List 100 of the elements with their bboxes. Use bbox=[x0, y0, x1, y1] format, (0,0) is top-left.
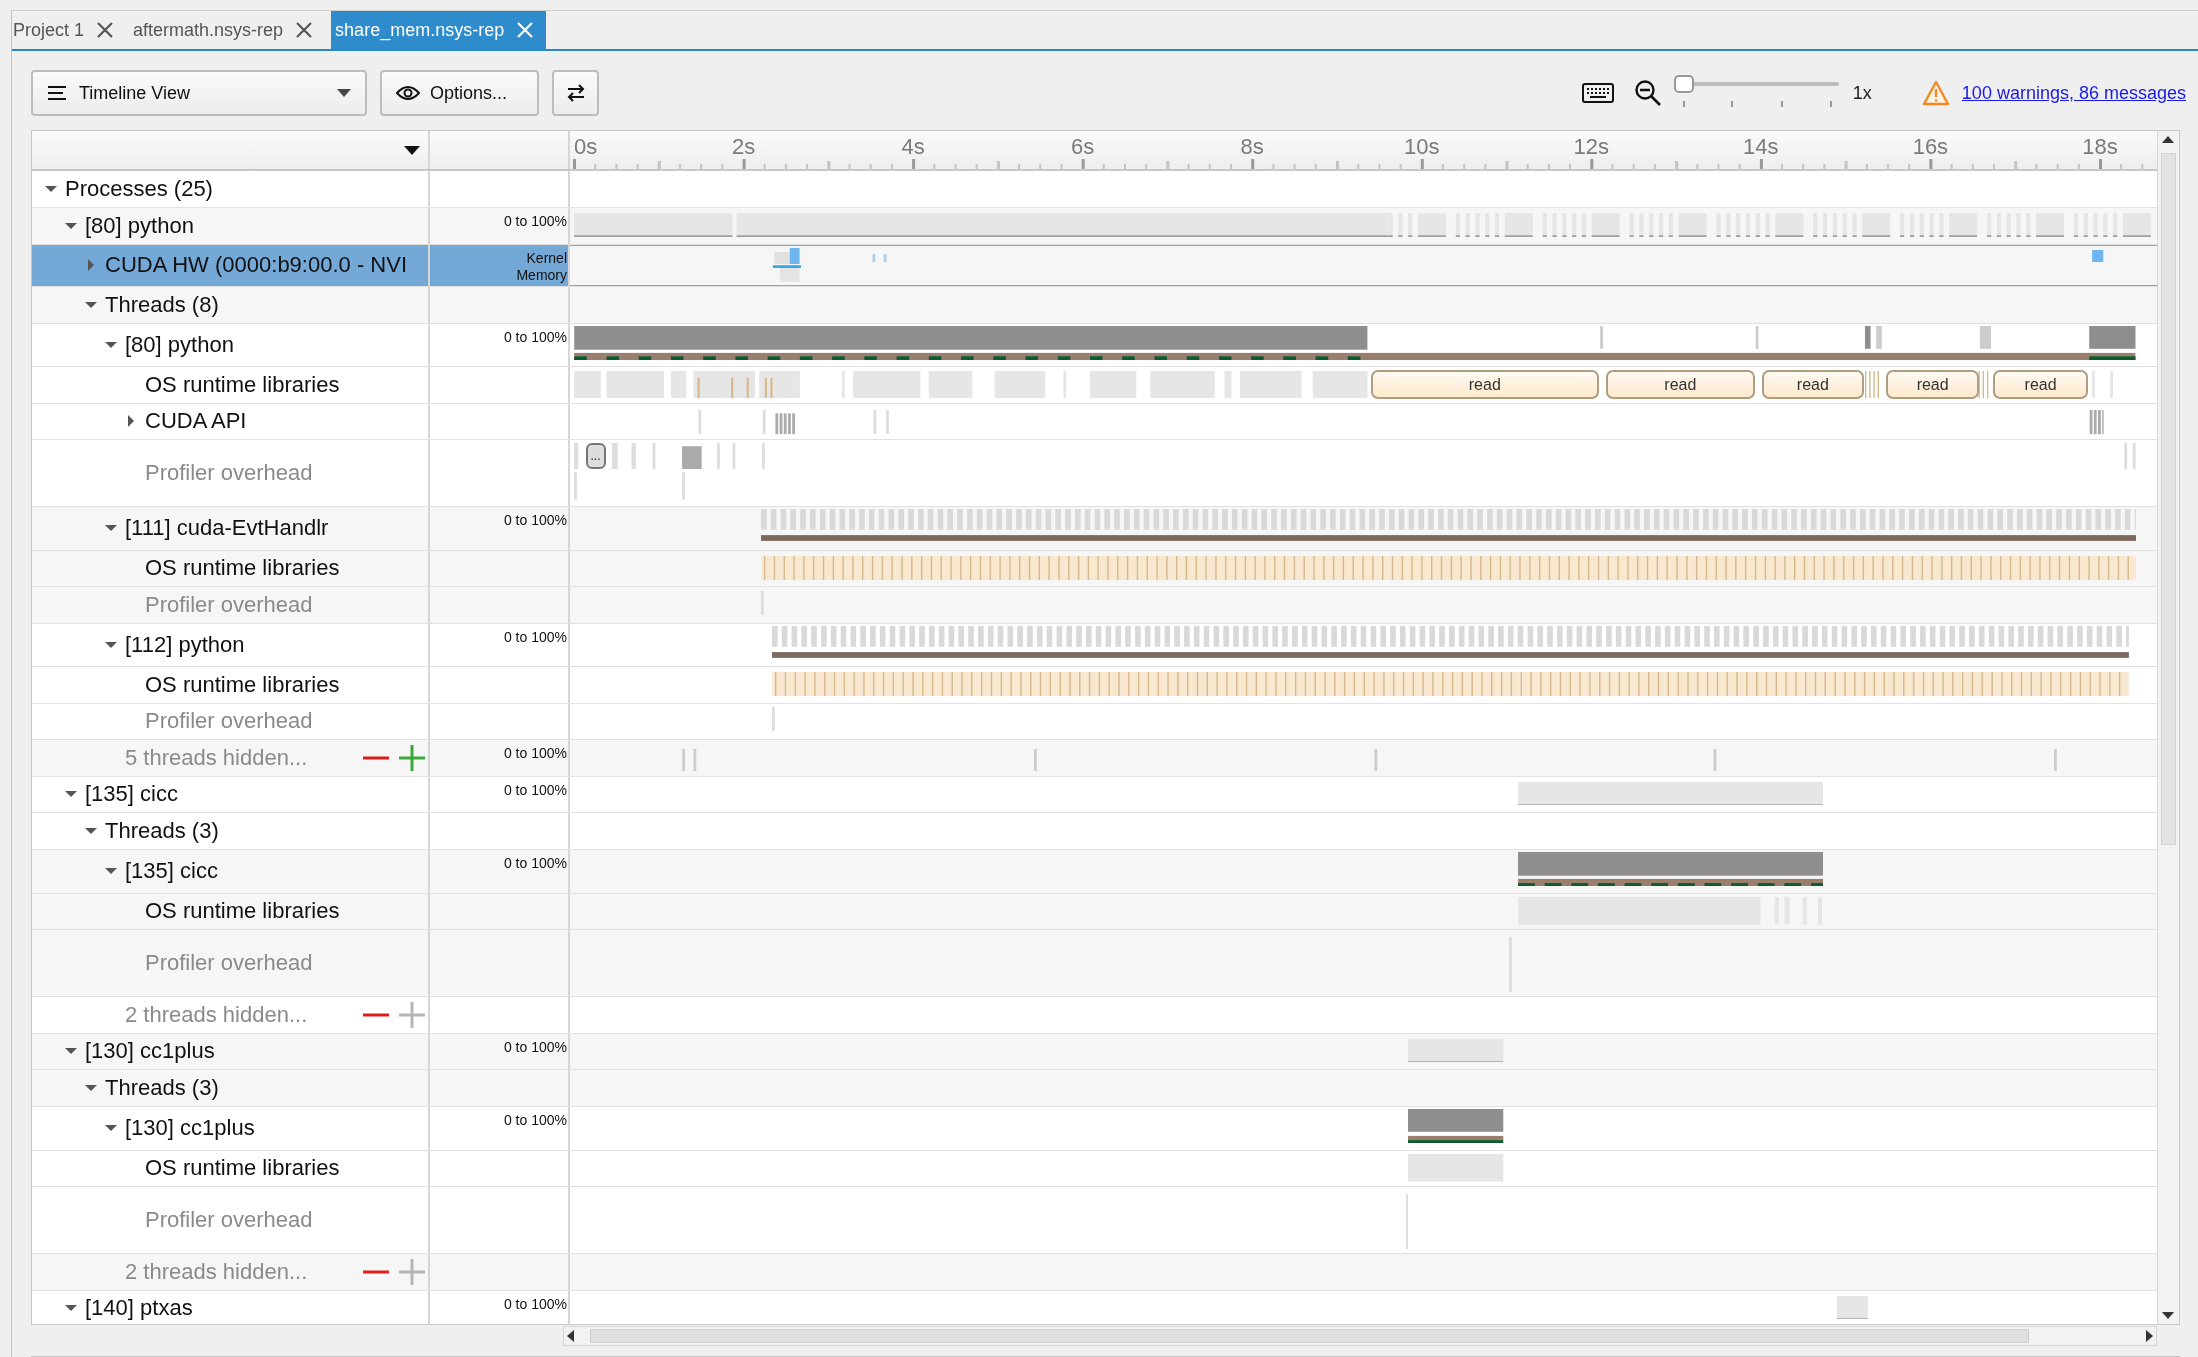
track-label: [80] python bbox=[85, 212, 194, 239]
track-label: Profiler overhead bbox=[145, 1207, 313, 1233]
track-row[interactable]: 5 threads hidden... 0 to 100% bbox=[32, 740, 2157, 777]
track-row[interactable]: CUDA HW (0000:b9:00.0 - NVI Kernel Memory bbox=[32, 244, 2157, 287]
read-event[interactable]: read bbox=[1606, 370, 1755, 399]
plus-icon[interactable] bbox=[399, 744, 425, 771]
track-label: 2 threads hidden... bbox=[125, 1001, 308, 1028]
track-label: OS runtime libraries bbox=[145, 1155, 340, 1182]
read-event[interactable]: read bbox=[1886, 370, 1979, 399]
scale-label: 0 to 100% bbox=[503, 745, 567, 762]
track-label: Profiler overhead bbox=[145, 591, 313, 618]
track-row[interactable]: [135] cicc 0 to 100% bbox=[32, 850, 2157, 894]
track-label: Profiler overhead bbox=[145, 460, 313, 486]
tick-label: 14s bbox=[1743, 134, 1779, 160]
track-row[interactable]: Processes (25) bbox=[32, 171, 2157, 208]
track-label: [140] ptxas bbox=[85, 1295, 193, 1322]
close-icon[interactable] bbox=[96, 21, 115, 39]
track-row[interactable]: OS runtime libraries bbox=[32, 667, 2157, 704]
tab[interactable]: Project 1 bbox=[12, 11, 127, 49]
scale-label: 0 to 100% bbox=[503, 213, 567, 230]
scale-label: 0 to 100% bbox=[503, 855, 567, 872]
scale-label: 0 to 100% bbox=[503, 781, 567, 799]
track-label: Threads (3) bbox=[105, 1075, 219, 1101]
zoom-reading: 1x bbox=[1852, 82, 1872, 104]
track-row[interactable]: [130] cc1plus 0 to 100% bbox=[32, 1107, 2157, 1151]
tick-label: 10s bbox=[1404, 134, 1440, 160]
scale-label: 0 to 100% bbox=[503, 1038, 567, 1056]
options-button[interactable]: Options... bbox=[380, 70, 539, 116]
scrollbar-thumb[interactable] bbox=[2161, 153, 2176, 845]
track-label: 5 threads hidden... bbox=[125, 744, 308, 771]
track-row[interactable]: CUDA API bbox=[32, 403, 2157, 440]
scale-label: 0 to 100% bbox=[503, 1295, 567, 1313]
tick-label: 0s bbox=[574, 134, 598, 160]
track-label: [112] python bbox=[125, 631, 245, 658]
track-row[interactable]: Profiler overhead ... bbox=[32, 440, 2157, 507]
view-dropdown[interactable]: Timeline View bbox=[31, 70, 367, 116]
track-label: Threads (8) bbox=[105, 291, 219, 318]
track-label: OS runtime libraries bbox=[145, 898, 340, 925]
tick-label: 6s bbox=[1071, 134, 1095, 160]
track-label: OS runtime libraries bbox=[145, 371, 340, 398]
tab[interactable]: share_mem.nsys-rep bbox=[331, 11, 547, 49]
track-row[interactable]: OS runtime libraries bbox=[32, 893, 2157, 930]
slider-thumb[interactable] bbox=[1673, 75, 1694, 93]
track-label: [130] cc1plus bbox=[85, 1038, 215, 1065]
track-label: 2 threads hidden... bbox=[125, 1258, 308, 1285]
track-label: OS runtime libraries bbox=[145, 671, 340, 698]
track-row[interactable]: [135] cicc 0 to 100% bbox=[32, 776, 2157, 813]
tick-label: 12s bbox=[1573, 134, 1610, 160]
tab[interactable]: aftermath.nsys-rep bbox=[132, 11, 326, 49]
track-row[interactable]: [130] cc1plus 0 to 100% bbox=[32, 1033, 2157, 1070]
swap-button[interactable] bbox=[552, 70, 599, 116]
read-event[interactable]: read bbox=[1370, 370, 1600, 399]
scale-label: Kernel bbox=[526, 249, 567, 267]
caret-icon bbox=[337, 89, 351, 97]
activity-lane-drawing bbox=[1405, 1193, 1409, 1249]
zoom-out-icon[interactable] bbox=[1633, 79, 1662, 107]
tick-label: 18s bbox=[2082, 134, 2118, 160]
tick-label: 8s bbox=[1240, 134, 1264, 160]
track-label: [135] cicc bbox=[125, 858, 218, 885]
track-row[interactable]: [111] cuda-EvtHandlr 0 to 100% bbox=[32, 507, 2157, 551]
scale-label: 0 to 100% bbox=[503, 328, 567, 346]
scale-label: 0 to 100% bbox=[503, 512, 567, 529]
activity-lane-drawing bbox=[1837, 1295, 1869, 1320]
track-row[interactable]: OS runtime libraries bbox=[32, 1150, 2157, 1187]
scrollbar-thumb[interactable] bbox=[590, 1329, 2029, 1343]
eye-icon bbox=[396, 85, 420, 101]
menu-icon bbox=[47, 85, 67, 101]
track-label: CUDA HW (0000:b9:00.0 - NVI bbox=[105, 252, 407, 278]
activity-lane-drawing bbox=[772, 707, 775, 732]
track-row[interactable]: Threads (3) bbox=[32, 1070, 2157, 1107]
track-label: Threads (3) bbox=[105, 818, 219, 844]
caret-icon[interactable] bbox=[404, 145, 420, 155]
track-label: [80] python bbox=[125, 331, 234, 358]
track-label: Profiler overhead bbox=[145, 950, 313, 976]
track-label: [130] cc1plus bbox=[125, 1115, 255, 1142]
track-row[interactable]: Threads (3) bbox=[32, 813, 2157, 850]
warnings-link[interactable]: 100 warnings, 86 messages bbox=[1961, 82, 2186, 104]
scale-label: 0 to 100% bbox=[503, 628, 567, 646]
track-label: Processes (25) bbox=[65, 176, 213, 202]
track-row[interactable]: [80] python 0 to 100% bbox=[32, 208, 2157, 245]
track-row[interactable]: OS runtime libraries bbox=[32, 550, 2157, 587]
read-event[interactable]: read bbox=[1992, 370, 2089, 399]
scale-label: 0 to 100% bbox=[503, 1112, 567, 1129]
track-label: CUDA API bbox=[145, 408, 247, 435]
track-label: [111] cuda-EvtHandlr bbox=[125, 515, 329, 542]
track-label: Profiler overhead bbox=[145, 708, 313, 735]
track-row[interactable]: [80] python 0 to 100% bbox=[32, 323, 2157, 367]
overflow-marker[interactable]: ... bbox=[585, 443, 606, 469]
track-row[interactable]: [112] python 0 to 100% bbox=[32, 623, 2157, 667]
read-event[interactable]: read bbox=[1761, 370, 1864, 399]
close-icon[interactable] bbox=[295, 21, 314, 39]
keyboard-icon[interactable] bbox=[1581, 83, 1614, 103]
track-row[interactable]: Threads (8) bbox=[32, 286, 2157, 324]
swap-icon bbox=[565, 84, 586, 102]
tick-label: 2s bbox=[731, 134, 756, 160]
scale-label: Memory bbox=[516, 266, 567, 284]
track-row[interactable]: OS runtime libraries read read read read read bbox=[32, 367, 2157, 404]
tick-label: 4s bbox=[901, 134, 925, 160]
track-label: [135] cicc bbox=[85, 781, 178, 808]
track-label: OS runtime libraries bbox=[145, 555, 340, 582]
